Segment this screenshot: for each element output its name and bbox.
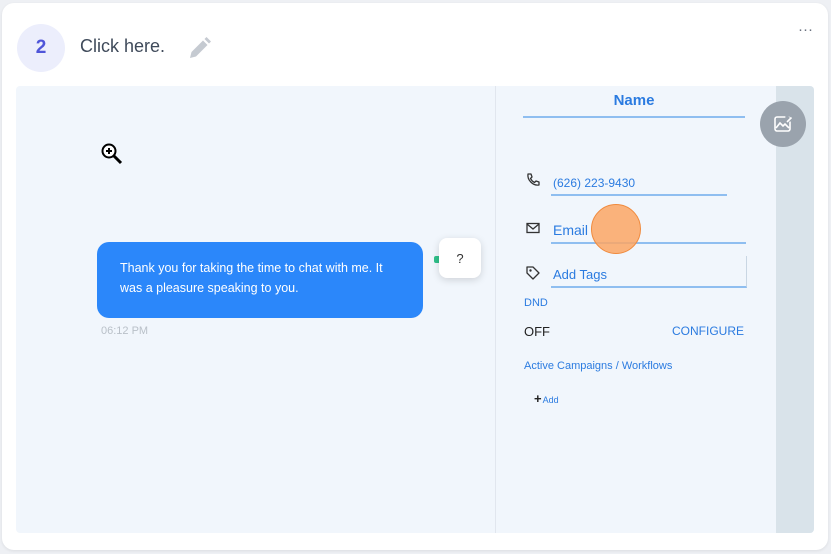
chat-message-line: was a pleasure speaking to you.	[120, 281, 299, 295]
pencil-icon[interactable]	[183, 33, 215, 65]
phone-field[interactable]: (626) 223-9430	[551, 166, 727, 196]
active-campaigns-label: Active Campaigns / Workflows	[524, 360, 673, 372]
step-card: 2 Click here. ··· Thank you for taking t…	[2, 3, 828, 550]
image-edit-icon	[774, 114, 793, 132]
step-instruction: Click here.	[80, 36, 166, 56]
tag-icon	[526, 266, 540, 280]
email-field[interactable]: Email	[551, 212, 746, 244]
dnd-status-value: OFF	[524, 324, 550, 339]
phone-value: (626) 223-9430	[553, 176, 636, 190]
edit-image-button[interactable]	[760, 101, 806, 147]
help-button[interactable]: ?	[439, 238, 481, 278]
click-target-marker	[591, 204, 641, 254]
configure-link[interactable]: CONFIGURE	[672, 324, 744, 338]
zoom-in-cursor-icon	[101, 143, 123, 165]
add-campaign-link[interactable]: +Add	[534, 391, 559, 406]
email-value: Email	[553, 222, 589, 238]
step-number-badge: 2	[17, 24, 65, 72]
chat-message-bubble: Thank you for taking the time to chat wi…	[97, 242, 423, 318]
chat-message-line: Thank you for taking the time to chat wi…	[120, 261, 383, 275]
add-label: Add	[542, 395, 559, 405]
tags-field[interactable]: Add Tags	[551, 256, 747, 288]
plus-icon: +	[534, 391, 542, 406]
tags-value: Add Tags	[553, 267, 607, 282]
message-timestamp: 06:12 PM	[101, 325, 149, 337]
dnd-label: DND	[524, 297, 548, 309]
scrollbar-area	[776, 86, 814, 533]
more-options-icon[interactable]: ···	[798, 21, 813, 38]
contact-details-panel: Name (626) 223-9430 Email Add Tags DND O…	[495, 86, 777, 533]
phone-icon	[527, 173, 540, 186]
contact-name-field[interactable]: Name	[523, 92, 745, 118]
envelope-icon	[526, 222, 540, 234]
step-screenshot: Thank you for taking the time to chat wi…	[16, 86, 814, 533]
